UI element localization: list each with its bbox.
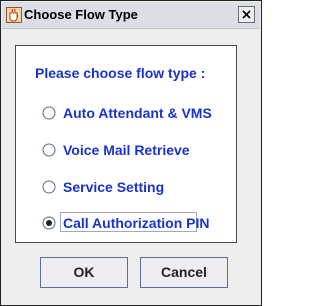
radio-unselected-icon[interactable] xyxy=(42,106,56,120)
ok-button[interactable]: OK xyxy=(40,257,128,288)
close-icon xyxy=(242,10,251,19)
java-cup-icon xyxy=(6,7,22,23)
option-label: Call Authorization PIN xyxy=(63,215,210,231)
radio-unselected-icon[interactable] xyxy=(42,143,56,157)
flow-type-panel: Please choose flow type : Auto Attendant… xyxy=(15,45,237,243)
radio-selected-icon[interactable] xyxy=(42,216,56,230)
window-title: Choose Flow Type xyxy=(24,7,138,22)
radio-unselected-icon[interactable] xyxy=(42,180,56,194)
option-label: Voice Mail Retrieve xyxy=(63,142,190,158)
title-bar[interactable]: Choose Flow Type xyxy=(2,2,260,29)
choose-flow-type-dialog: Choose Flow Type Please choose flow type… xyxy=(0,0,262,306)
close-button[interactable] xyxy=(238,6,255,23)
option-label: Service Setting xyxy=(63,179,165,195)
prompt-label: Please choose flow type : xyxy=(35,65,206,81)
cancel-button[interactable]: Cancel xyxy=(140,257,228,288)
option-label: Auto Attendant & VMS xyxy=(63,105,212,121)
